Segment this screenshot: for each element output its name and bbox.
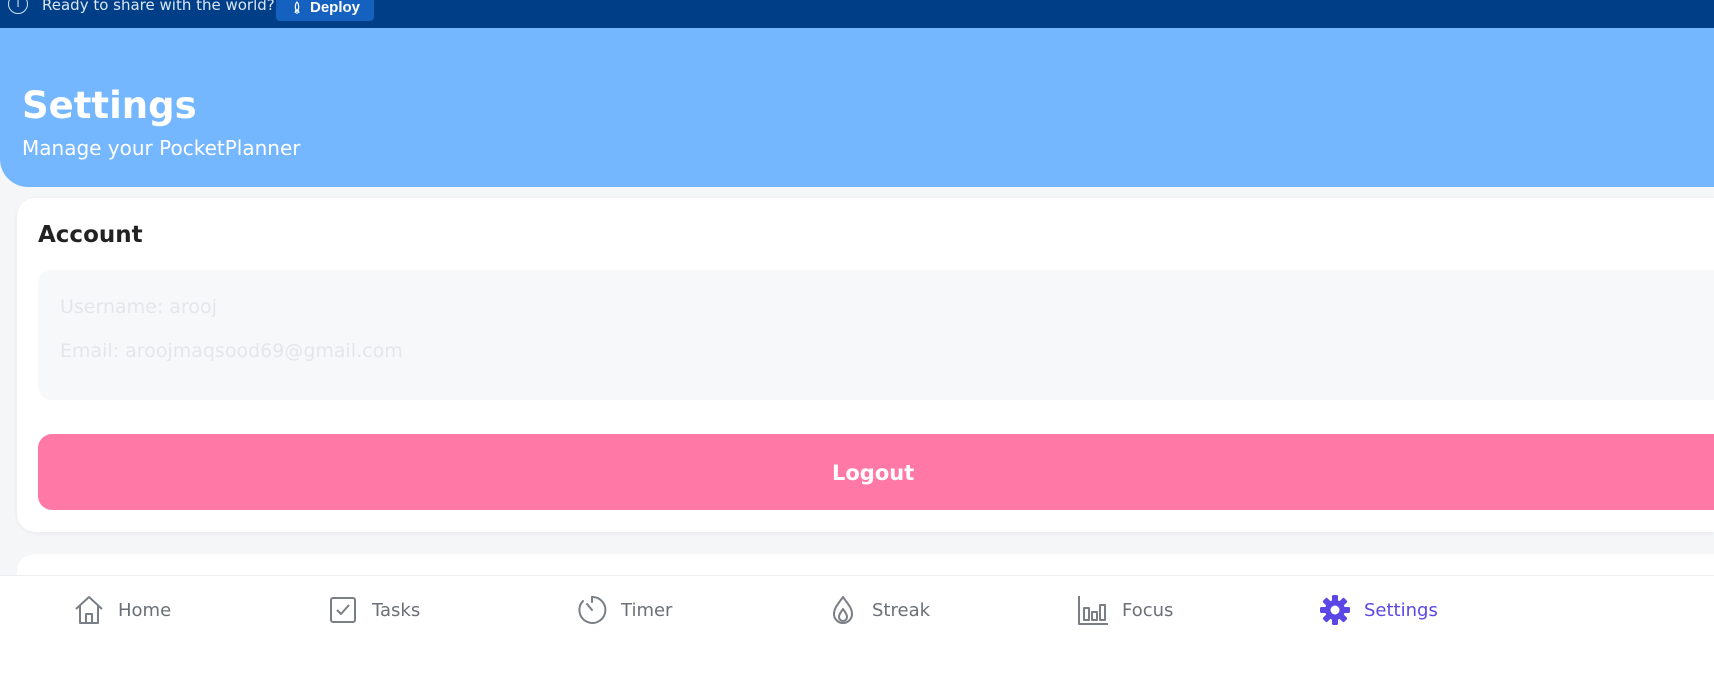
- nav-label-streak: Streak: [872, 599, 931, 621]
- rocket-icon: [294, 0, 300, 14]
- bar-chart-icon: [1078, 596, 1108, 625]
- logout-button[interactable]: Logout: [38, 434, 1714, 510]
- deploy-label: Deploy: [310, 0, 361, 16]
- email-text: Email: aroojmaqsood69@gmail.com: [60, 340, 403, 362]
- account-card: Account Username: arooj Email: aroojmaqs…: [17, 198, 1714, 532]
- username-text: Username: arooj: [60, 296, 217, 318]
- page-header: Settings Manage your PocketPlanner: [0, 28, 1714, 187]
- banner-message: Ready to share with the world?: [42, 0, 275, 14]
- nav-item-tasks[interactable]: Tasks: [326, 592, 420, 628]
- gear-icon: [1320, 595, 1350, 625]
- timer-icon: [578, 595, 607, 624]
- nav-label-tasks: Tasks: [372, 599, 421, 621]
- nav-item-streak[interactable]: Streak: [826, 592, 930, 628]
- page-title: Settings: [22, 84, 197, 127]
- deploy-banner: i Ready to share with the world? Deploy: [0, 0, 1714, 28]
- nav-item-home[interactable]: Home: [72, 592, 171, 628]
- account-heading: Account: [38, 222, 143, 248]
- nav-item-focus[interactable]: Focus: [1076, 592, 1173, 628]
- flame-icon: [833, 596, 853, 624]
- nav-label-focus: Focus: [1122, 599, 1174, 621]
- nav-item-settings[interactable]: Settings: [1318, 592, 1438, 628]
- account-info-box: Username: arooj Email: aroojmaqsood69@gm…: [38, 270, 1714, 400]
- deploy-button[interactable]: Deploy: [276, 0, 374, 21]
- checkbox-icon: [330, 597, 356, 623]
- nav-label-timer: Timer: [621, 599, 673, 621]
- nav-item-timer[interactable]: Timer: [575, 592, 672, 628]
- home-icon: [75, 596, 103, 624]
- bottom-nav: Home Tasks Timer Streak Focus Settings: [0, 575, 1714, 682]
- logout-label: Logout: [832, 461, 915, 485]
- page-subtitle: Manage your PocketPlanner: [22, 136, 301, 160]
- info-icon: i: [8, 0, 28, 14]
- nav-label-home: Home: [118, 599, 172, 621]
- nav-label-settings: Settings: [1364, 599, 1438, 621]
